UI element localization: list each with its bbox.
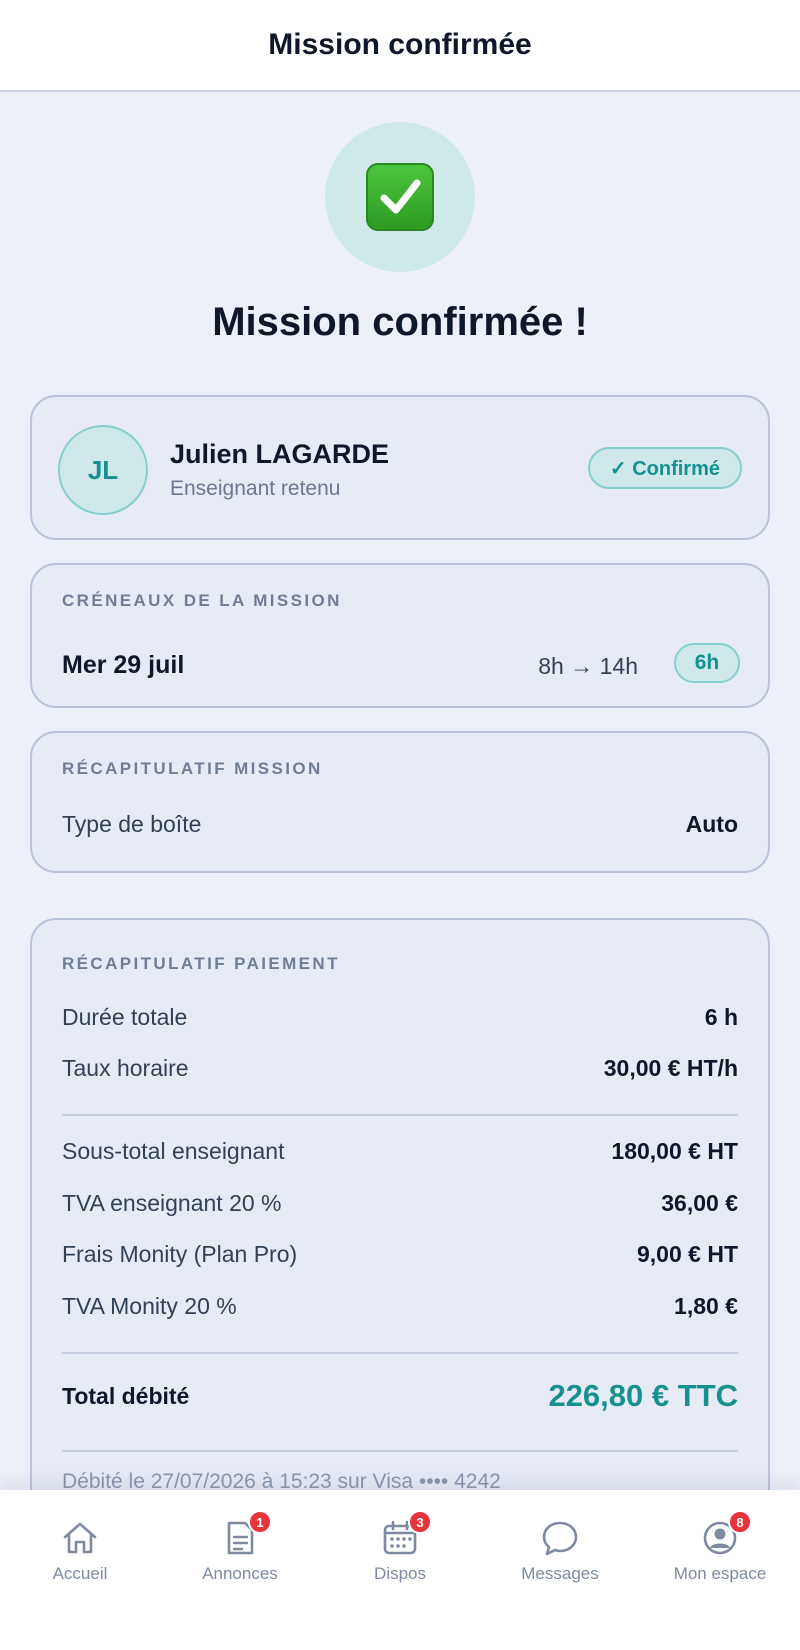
- slots-card: CRÉNEAUX DE LA MISSION Mer 29 juil 8h → …: [30, 563, 770, 708]
- row-value: 1,80 €: [674, 1293, 738, 1319]
- nav-label: Dispos: [374, 1564, 426, 1583]
- row-label: Taux horaire: [62, 1055, 189, 1081]
- notification-badge: 3: [408, 1510, 432, 1534]
- top-bar: Mission confirmée: [0, 0, 800, 92]
- nav-item-mon-espace[interactable]: 8 Mon espace: [640, 1490, 800, 1610]
- nav-label: Annonces: [202, 1564, 278, 1583]
- total-value: 226,80 € TTC: [548, 1378, 738, 1413]
- mission-summary-card: RÉCAPITULATIF MISSION Type de boîte Auto: [30, 731, 770, 873]
- row-label: Type de boîte: [62, 811, 202, 837]
- row-label: Durée totale: [62, 1004, 188, 1030]
- document-icon: 1: [220, 1510, 272, 1558]
- slot-time: 8h → 14h: [538, 653, 638, 679]
- row-label: Frais Monity (Plan Pro): [62, 1241, 298, 1267]
- mission-section-label: RÉCAPITULATIF MISSION: [62, 759, 323, 778]
- total-row: Total débité 226,80 € TTC: [62, 1378, 738, 1414]
- payment-row: Durée totale 6 h: [62, 1004, 738, 1031]
- check-mark-button-icon: [366, 163, 434, 231]
- avatar: JL: [58, 425, 148, 515]
- bottom-nav: Accueil 1 Annonces 3 Dispos Messages 8 M…: [0, 1490, 800, 1650]
- payment-row: TVA Monity 20 % 1,80 €: [62, 1293, 738, 1320]
- summary-row: Type de boîte Auto: [62, 811, 738, 838]
- nav-label: Messages: [521, 1564, 599, 1583]
- nav-label: Mon espace: [673, 1564, 767, 1583]
- status-badge: ✓ Confirmé: [587, 447, 742, 489]
- payment-summary-card: RÉCAPITULATIF PAIEMENT Durée totale 6 h …: [30, 918, 770, 1538]
- payment-row: Frais Monity (Plan Pro) 9,00 € HT: [62, 1241, 738, 1268]
- payment-section-label: RÉCAPITULATIF PAIEMENT: [62, 954, 340, 973]
- user-icon: 8: [700, 1510, 752, 1558]
- divider: [62, 1450, 738, 1452]
- nav-item-dispos[interactable]: 3 Dispos: [320, 1490, 480, 1610]
- row-label: Sous-total enseignant: [62, 1138, 285, 1164]
- chat-bubble-icon: [540, 1518, 580, 1558]
- nav-item-messages[interactable]: Messages: [480, 1490, 640, 1610]
- row-value: 30,00 € HT/h: [603, 1055, 738, 1081]
- row-value: Auto: [685, 811, 738, 837]
- slots-section-label: CRÉNEAUX DE LA MISSION: [62, 591, 342, 610]
- teacher-card: JL Julien LAGARDE Enseignant retenu ✓ Co…: [30, 395, 770, 540]
- payment-row: TVA enseignant 20 % 36,00 €: [62, 1190, 738, 1217]
- success-badge: [325, 122, 475, 272]
- row-value: 6 h: [704, 1004, 738, 1030]
- notification-badge: 1: [248, 1510, 272, 1534]
- total-label: Total débité: [62, 1382, 190, 1409]
- teacher-role: Enseignant retenu: [170, 477, 341, 500]
- payment-row: Sous-total enseignant 180,00 € HT: [62, 1138, 738, 1165]
- row-value: 180,00 € HT: [611, 1138, 738, 1164]
- row-value: 9,00 € HT: [637, 1241, 738, 1267]
- nav-item-annonces[interactable]: 1 Annonces: [160, 1490, 320, 1610]
- divider: [62, 1114, 738, 1116]
- row-label: TVA enseignant 20 %: [62, 1190, 282, 1216]
- slot-duration-badge: 6h: [674, 643, 740, 683]
- row-label: TVA Monity 20 %: [62, 1293, 237, 1319]
- nav-item-accueil[interactable]: Accueil: [0, 1490, 160, 1610]
- slot-date: Mer 29 juil: [62, 651, 185, 679]
- divider: [62, 1352, 738, 1354]
- payment-row: Taux horaire 30,00 € HT/h: [62, 1055, 738, 1082]
- row-value: 36,00 €: [661, 1190, 738, 1216]
- calendar-icon: 3: [380, 1510, 432, 1558]
- page-title: Mission confirmée: [268, 28, 532, 61]
- confirmation-heading: Mission confirmée !: [212, 300, 588, 344]
- nav-label: Accueil: [52, 1564, 108, 1583]
- home-icon: [60, 1518, 100, 1558]
- notification-badge: 8: [728, 1510, 752, 1534]
- teacher-name: Julien LAGARDE: [170, 439, 390, 469]
